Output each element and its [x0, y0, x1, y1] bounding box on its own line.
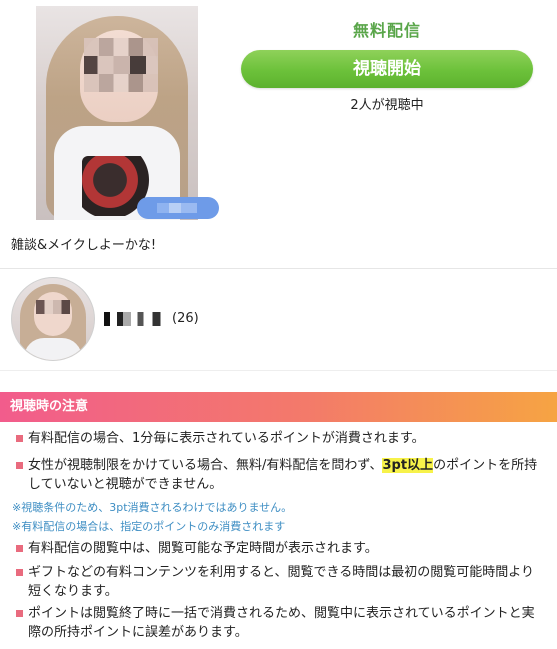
notice-subnote: ※視聴条件のため、3pt消費されるわけではありません。	[12, 501, 293, 514]
notice-subnote: ※有料配信の場合は、指定のポイントのみ消費されます	[12, 520, 286, 533]
notice-item: 有料配信の閲覧中は、閲覧可能な予定時間が表示されます。	[16, 539, 378, 558]
face-mosaic	[84, 38, 158, 92]
avatar-shirt	[24, 338, 82, 360]
name-badge-mosaic	[157, 203, 197, 213]
stream-title: 雑談&メイクしよーかな!	[11, 238, 157, 253]
notice-item: 女性が視聴制限をかけている場合、無料/有料配信を問わず、3pt以上のポイントを所…	[16, 456, 546, 494]
free-stream-label: 無料配信	[352, 21, 421, 40]
profile-name-mosaic	[104, 311, 168, 326]
start-watching-button[interactable]: 視聴開始	[241, 50, 533, 88]
avatar-face	[34, 292, 72, 336]
streamer-name-badge	[137, 197, 219, 219]
notice-item: ギフトなどの有料コンテンツを利用すると、閲覧できる時間は最初の閲覧可能時間より短…	[16, 563, 546, 601]
notice-text: 女性が視聴制限をかけている場合、無料/有料配信を問わず、	[28, 458, 383, 473]
divider	[0, 268, 557, 269]
notice-highlight: 3pt以上	[382, 458, 434, 473]
profile-avatar[interactable]	[11, 277, 95, 361]
notice-text: 有料配信の場合、1分毎に表示されているポイントが消費されます。	[28, 431, 425, 446]
divider	[0, 370, 557, 371]
notice-header: 視聴時の注意	[0, 392, 557, 422]
viewer-count: 2人が視聴中	[350, 98, 424, 113]
notice-text: 有料配信の閲覧中は、閲覧可能な予定時間が表示されます。	[28, 541, 378, 556]
notice-item: 有料配信の場合、1分毎に表示されているポイントが消費されます。	[16, 429, 425, 448]
profile-name[interactable]: (26)	[104, 311, 199, 326]
avatar-mosaic	[36, 300, 70, 314]
notice-text: ギフトなどの有料コンテンツを利用すると、閲覧できる時間は最初の閲覧可能時間より短…	[28, 565, 534, 599]
notice-text: ポイントは閲覧終了時に一括で消費されるため、閲覧中に表示されているポイントと実際…	[28, 606, 535, 640]
stream-thumbnail[interactable]	[36, 6, 198, 220]
profile-age: (26)	[172, 311, 199, 326]
notice-item: ポイントは閲覧終了時に一括で消費されるため、閲覧中に表示されているポイントと実際…	[16, 604, 546, 642]
